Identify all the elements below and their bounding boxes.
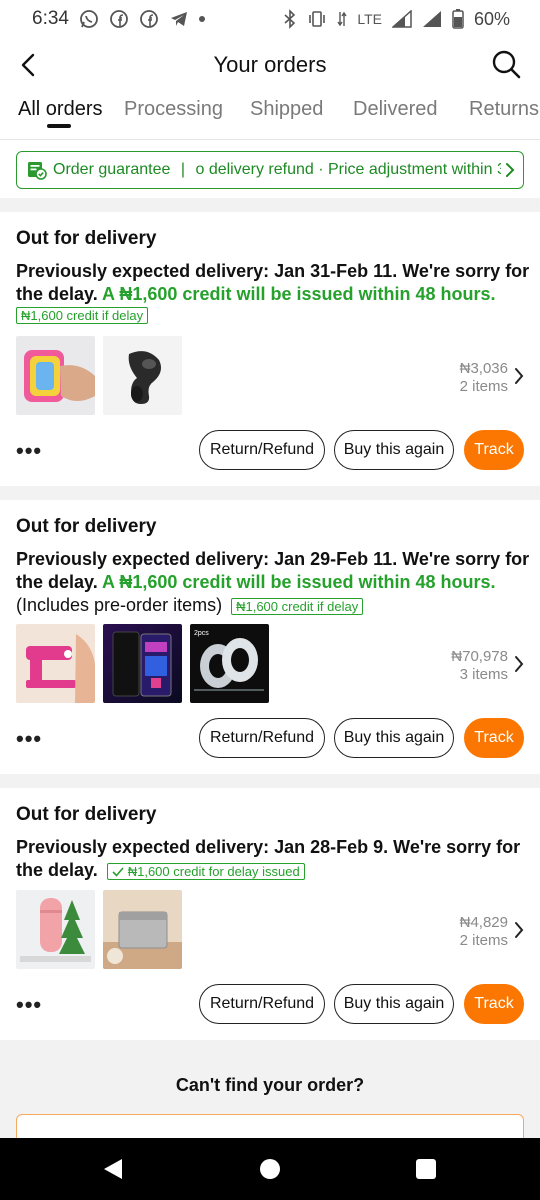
tab-returns[interactable]: Returns bbox=[469, 98, 539, 121]
more-options-button[interactable]: ••• bbox=[16, 994, 42, 1016]
order-guarantee-banner[interactable]: Order guarantee | o delivery refund · Pr… bbox=[16, 151, 524, 189]
whatsapp-icon bbox=[79, 9, 99, 29]
section-divider bbox=[0, 774, 540, 788]
header: Your orders bbox=[0, 38, 540, 92]
price-amount: ₦3,036 bbox=[459, 360, 508, 377]
guarantee-truck-icon bbox=[28, 162, 47, 180]
delay-message: Previously expected delivery: Jan 31-Feb… bbox=[16, 260, 532, 306]
active-tab-indicator bbox=[47, 124, 71, 128]
tab-shipped[interactable]: Shipped bbox=[250, 98, 323, 121]
search-icon bbox=[492, 50, 521, 79]
order-price: ₦4,829 2 items bbox=[460, 914, 508, 950]
more-options-button[interactable]: ••• bbox=[16, 728, 42, 750]
credit-badge: ₦1,600 credit for delay issued bbox=[106, 862, 305, 880]
product-thumbnail[interactable]: 2pcs bbox=[190, 624, 269, 703]
facebook-icon bbox=[109, 9, 129, 29]
return-refund-button[interactable]: Return/Refund bbox=[199, 430, 325, 470]
buy-again-button[interactable]: Buy this again bbox=[334, 984, 454, 1024]
chevron-right-icon[interactable] bbox=[514, 367, 524, 385]
signal-icon bbox=[391, 10, 412, 28]
cant-find-order-heading: Can't find your order? bbox=[175, 1075, 365, 1095]
item-count: 3 items bbox=[459, 666, 508, 683]
telegram-icon bbox=[169, 9, 189, 29]
battery-icon bbox=[452, 9, 464, 29]
delay-message: Previously expected delivery: Jan 28-Feb… bbox=[16, 836, 532, 882]
order-status: Out for delivery bbox=[16, 516, 157, 537]
product-thumbnail[interactable] bbox=[103, 336, 182, 415]
bluetooth-icon bbox=[283, 9, 297, 29]
buy-again-button[interactable]: Buy this again bbox=[334, 718, 454, 758]
credit-badge: ₦1,600 credit if delay bbox=[16, 307, 149, 324]
storage-bag-photo bbox=[103, 890, 182, 969]
lte-signal-icon bbox=[337, 10, 347, 28]
chevron-right-icon[interactable] bbox=[514, 655, 524, 673]
credit-note: A ₦1,600 credit will be issued within 48… bbox=[102, 284, 496, 304]
pink-case-photo bbox=[16, 890, 95, 969]
signal-icon-2 bbox=[422, 10, 442, 28]
guarantee-scroll-text: o delivery refund · Price adjustment wit… bbox=[195, 161, 501, 178]
delay-message: Previously expected delivery: Jan 29-Feb… bbox=[16, 548, 532, 617]
order-card: Out for delivery Previously expected del… bbox=[0, 212, 540, 486]
chevron-right-icon[interactable] bbox=[514, 921, 524, 939]
return-refund-button[interactable]: Return/Refund bbox=[199, 718, 325, 758]
search-button[interactable] bbox=[490, 48, 522, 80]
nav-back-icon[interactable] bbox=[102, 1158, 124, 1180]
thumb-tag: 2pcs bbox=[194, 630, 209, 637]
product-thumbnail[interactable] bbox=[16, 624, 95, 703]
product-thumbnail[interactable] bbox=[16, 336, 95, 415]
buy-again-button[interactable]: Buy this again bbox=[334, 430, 454, 470]
double-sided-tape-photo: 2pcs bbox=[190, 624, 269, 703]
status-time: 6:34 bbox=[32, 8, 69, 29]
credit-badge-text: ₦1,600 credit for delay issued bbox=[127, 863, 300, 879]
track-button[interactable]: Track bbox=[464, 430, 524, 470]
price-amount: ₦70,978 bbox=[451, 648, 508, 665]
tab-all-orders[interactable]: All orders bbox=[18, 98, 102, 121]
order-price: ₦70,978 3 items bbox=[451, 648, 508, 684]
item-count: 2 items bbox=[459, 378, 508, 395]
system-nav-bar bbox=[0, 1138, 540, 1200]
more-options-button[interactable]: ••• bbox=[16, 440, 42, 462]
smartphone-photo bbox=[103, 624, 182, 703]
preorder-note: (Includes pre-order items) bbox=[16, 595, 223, 615]
tab-processing[interactable]: Processing bbox=[124, 98, 223, 121]
track-button[interactable]: Track bbox=[464, 718, 524, 758]
product-thumbnail[interactable] bbox=[103, 624, 182, 703]
return-refund-button[interactable]: Return/Refund bbox=[199, 984, 325, 1024]
product-thumbnail[interactable] bbox=[103, 890, 182, 969]
guarantee-label: Order guarantee bbox=[53, 161, 171, 178]
chevron-right-icon bbox=[506, 163, 515, 177]
facebook-icon-2 bbox=[139, 9, 159, 29]
order-card: Out for delivery Previously expected del… bbox=[0, 788, 540, 1040]
battery-percent: 60% bbox=[473, 8, 510, 29]
status-bar: 6:34 LTE 60% bbox=[0, 0, 540, 38]
page-title: Your orders bbox=[213, 52, 327, 77]
price-amount: ₦4,829 bbox=[459, 914, 508, 931]
product-thumbnail[interactable] bbox=[16, 890, 95, 969]
mini-sewing-machine-photo bbox=[16, 624, 95, 703]
network-type: LTE bbox=[357, 11, 382, 27]
order-status: Out for delivery bbox=[16, 228, 157, 249]
order-status: Out for delivery bbox=[16, 804, 157, 825]
bluetooth-earpiece-photo bbox=[103, 336, 182, 415]
fabric-scrubber-photo bbox=[16, 336, 95, 415]
section-divider bbox=[0, 198, 540, 212]
credit-note: A ₦1,600 credit will be issued within 48… bbox=[102, 572, 496, 592]
tab-delivered[interactable]: Delivered bbox=[353, 98, 437, 121]
guarantee-separator: | bbox=[180, 161, 186, 178]
item-count: 2 items bbox=[459, 932, 508, 949]
vibrate-icon bbox=[307, 9, 327, 29]
order-price: ₦3,036 2 items bbox=[460, 360, 508, 396]
credit-badge: ₦1,600 credit if delay bbox=[231, 597, 364, 615]
track-button[interactable]: Track bbox=[464, 984, 524, 1024]
nav-recents-icon[interactable] bbox=[415, 1158, 437, 1180]
section-divider bbox=[0, 486, 540, 500]
notification-dot-icon bbox=[198, 16, 205, 22]
nav-home-icon[interactable] bbox=[259, 1158, 281, 1180]
order-tabs: All orders Processing Shipped Delivered … bbox=[0, 92, 540, 140]
check-icon bbox=[112, 867, 124, 877]
order-card: Out for delivery Previously expected del… bbox=[0, 500, 540, 774]
